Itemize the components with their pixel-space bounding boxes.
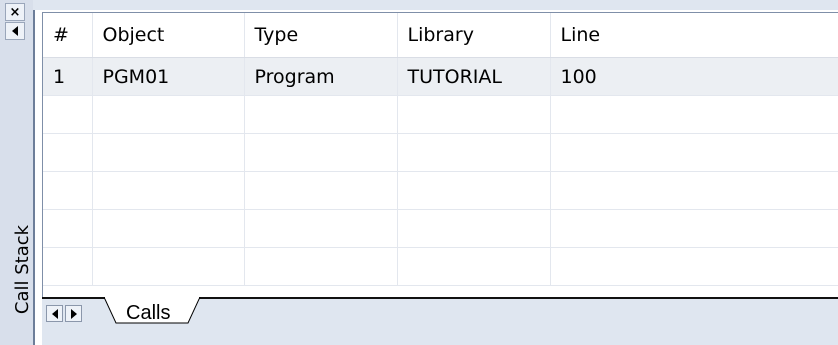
cell-line: 100 [550, 57, 838, 96]
call-stack-window: × Call Stack # Object Type Library Line … [0, 0, 838, 345]
panel-title: Call Stack [12, 224, 34, 315]
cell-library: TUTORIAL [397, 57, 551, 96]
column-header-number[interactable]: # [43, 13, 93, 58]
call-stack-grid: # Object Type Library Line 1 PGM01 Progr… [42, 12, 838, 298]
table-row-empty [43, 95, 838, 134]
table-row-empty [43, 171, 838, 210]
tab-next-glyph [70, 308, 77, 319]
cell-number: 1 [43, 57, 93, 96]
cell-object: PGM01 [92, 57, 245, 96]
tab-prev-glyph [51, 308, 58, 319]
tab-next-icon[interactable] [65, 305, 82, 322]
cell-type: Program [244, 57, 398, 96]
column-header-object[interactable]: Object [92, 13, 245, 58]
tab-calls-label: Calls [126, 302, 171, 324]
tab-bar: Calls [42, 297, 838, 345]
panel-header-strip [33, 0, 838, 10]
table-row-empty [43, 133, 838, 172]
close-icon[interactable]: × [5, 3, 25, 21]
call-stack-table: # Object Type Library Line 1 PGM01 Progr… [43, 13, 838, 286]
panel-title-container: Call Stack [0, 190, 33, 340]
table-row-empty [43, 247, 838, 286]
table-header-row: # Object Type Library Line [43, 13, 838, 58]
tab-calls[interactable]: Calls [104, 297, 210, 327]
column-header-type[interactable]: Type [244, 13, 398, 58]
column-header-line[interactable]: Line [550, 13, 838, 58]
arrow-left-icon[interactable] [5, 22, 25, 40]
column-header-library[interactable]: Library [397, 13, 551, 58]
table-row-empty [43, 209, 838, 248]
tab-prev-icon[interactable] [46, 305, 63, 322]
dock-side-bar: × Call Stack [0, 0, 33, 345]
arrow-left-glyph [12, 26, 18, 36]
table-row[interactable]: 1 PGM01 Program TUTORIAL 100 [43, 57, 838, 96]
